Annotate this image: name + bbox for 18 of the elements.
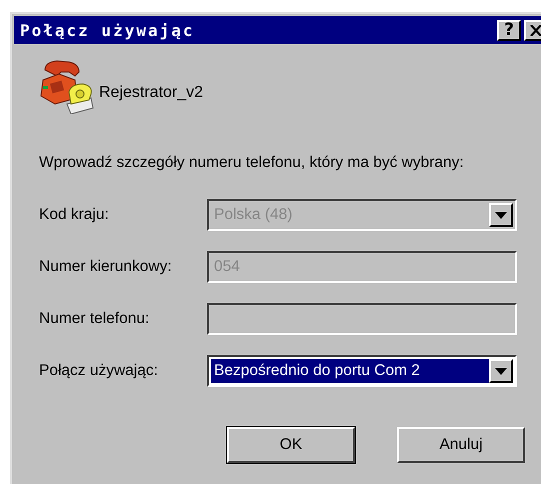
ok-button[interactable]: OK — [227, 427, 355, 463]
field-value: Bezpośrednio do portu Com 2 — [211, 359, 489, 383]
field-label: Numer kierunkowy: — [39, 258, 173, 276]
field-value: Polska (48) — [213, 205, 294, 225]
instruction-text: Wprowadź szczegóły numeru telefonu, który ma być wybrany: — [39, 154, 465, 172]
field-value: 054 — [213, 257, 241, 277]
help-button[interactable]: ? — [497, 20, 521, 40]
telephone-icon — [39, 60, 95, 114]
dropdown-arrow-icon[interactable] — [495, 368, 507, 374]
field-label: Numer telefonu: — [39, 310, 150, 328]
field-label: Kod kraju: — [39, 206, 110, 224]
close-icon — [530, 24, 541, 36]
field-label: Połącz używając: — [39, 362, 159, 380]
close-button[interactable] — [524, 20, 541, 40]
dropdown[interactable]: Bezpośrednio do portu Com 2 — [207, 355, 517, 387]
window-title: Połącz używając — [20, 20, 196, 40]
cancel-button[interactable]: Anuluj — [397, 427, 525, 463]
connection-name: Rejestrator_v2 — [99, 84, 204, 102]
